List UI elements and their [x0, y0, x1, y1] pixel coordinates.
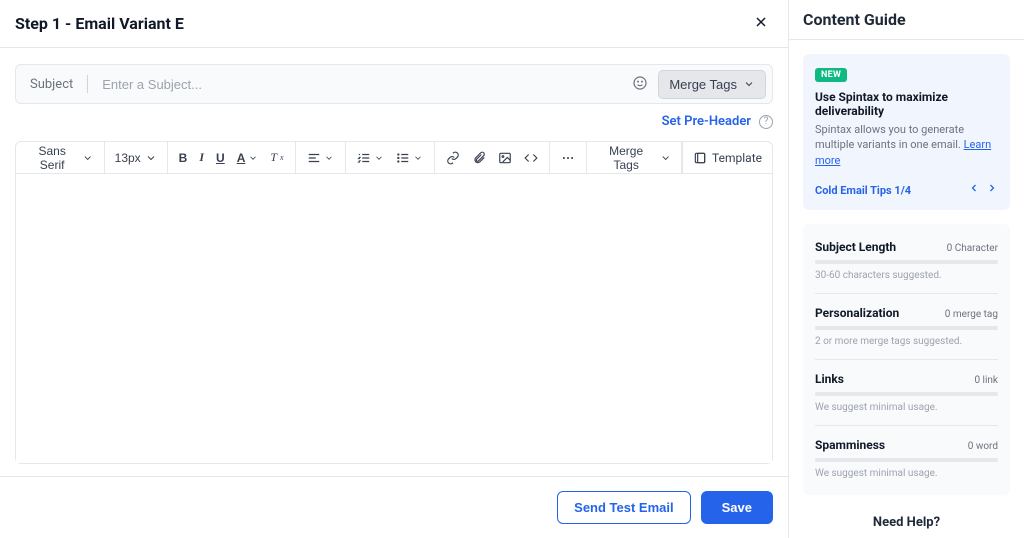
- chevron-down-icon: [248, 153, 258, 163]
- metric-value: 0 Character: [947, 243, 998, 254]
- merge-tags-button[interactable]: Merge Tags: [658, 70, 766, 99]
- unordered-list-button[interactable]: [391, 147, 428, 169]
- page-title: Step 1 - Email Variant E: [15, 14, 184, 33]
- chevron-down-icon: [743, 78, 755, 90]
- metric-bar: [815, 392, 998, 396]
- link-button[interactable]: [441, 147, 465, 169]
- link-icon: [446, 151, 460, 165]
- editor-merge-tags-label: Merge Tags: [597, 144, 656, 172]
- help-box: Need Help? You can initiate a chat to ge…: [803, 509, 1010, 538]
- card-text: Spintax allows you to generate multiple …: [815, 122, 998, 168]
- help-icon[interactable]: ?: [759, 115, 773, 129]
- metric-value: 0 merge tag: [945, 309, 998, 320]
- align-left-icon: [307, 151, 321, 165]
- editor-toolbar: Sans Serif 13px B I U: [16, 142, 772, 174]
- attachment-button[interactable]: [467, 147, 491, 169]
- font-family-select[interactable]: Sans Serif: [22, 140, 98, 176]
- chevron-right-icon: [986, 182, 998, 194]
- template-label: Template: [712, 151, 762, 165]
- font-size-label: 13px: [115, 151, 141, 165]
- more-icon: [561, 151, 575, 165]
- subject-row: Subject Merge Tags: [15, 64, 773, 104]
- chevron-left-icon: [968, 182, 980, 194]
- metric-name: Subject Length: [815, 240, 896, 254]
- metric-name: Personalization: [815, 306, 899, 320]
- bold-button[interactable]: B: [174, 147, 193, 169]
- clear-format-button[interactable]: Tx: [265, 146, 288, 169]
- emoji-icon: [632, 75, 648, 91]
- guide-title: Content Guide: [789, 0, 1024, 40]
- send-test-email-button[interactable]: Send Test Email: [557, 491, 690, 524]
- metric-bar: [815, 458, 998, 462]
- metric-hint: 2 or more merge tags suggested.: [815, 336, 998, 347]
- template-button[interactable]: Template: [682, 142, 772, 173]
- editor-body[interactable]: [16, 174, 772, 463]
- footer: Send Test Email Save: [0, 476, 788, 538]
- card-title: Use Spintax to maximize deliverability: [815, 90, 998, 118]
- metric-bar: [815, 260, 998, 264]
- metric-hint: 30-60 characters suggested.: [815, 270, 998, 281]
- font-size-select[interactable]: 13px: [111, 147, 161, 169]
- chevron-down-icon: [660, 152, 671, 164]
- text-color-icon: A: [237, 151, 246, 165]
- font-family-label: Sans Serif: [26, 144, 78, 172]
- new-badge: NEW: [815, 68, 847, 82]
- prev-tip-button[interactable]: [968, 182, 980, 198]
- metrics-panel: Subject Length 0 Character 30-60 charact…: [803, 224, 1010, 495]
- editor-merge-tags-button[interactable]: Merge Tags: [593, 140, 675, 176]
- chevron-down-icon: [82, 152, 93, 164]
- text-color-button[interactable]: A: [232, 147, 264, 169]
- chevron-down-icon: [413, 153, 423, 163]
- metric-bar: [815, 326, 998, 330]
- metric-links: Links 0 link We suggest minimal usage.: [815, 366, 998, 419]
- metric-subject-length: Subject Length 0 Character 30-60 charact…: [815, 234, 998, 287]
- merge-tags-label: Merge Tags: [669, 77, 737, 92]
- cold-email-tips-link[interactable]: Cold Email Tips 1/4: [815, 184, 911, 197]
- editor-header: Step 1 - Email Variant E: [0, 0, 788, 48]
- next-tip-button[interactable]: [986, 182, 998, 198]
- metric-name: Links: [815, 372, 844, 386]
- unordered-list-icon: [396, 151, 410, 165]
- metric-personalization: Personalization 0 merge tag 2 or more me…: [815, 300, 998, 353]
- metric-spamminess: Spamminess 0 word We suggest minimal usa…: [815, 432, 998, 485]
- metric-name: Spamminess: [815, 438, 885, 452]
- chevron-down-icon: [324, 153, 334, 163]
- italic-button[interactable]: I: [194, 146, 209, 169]
- chevron-down-icon: [374, 153, 384, 163]
- code-button[interactable]: [519, 147, 543, 169]
- subject-label: Subject: [30, 75, 88, 93]
- metric-value: 0 link: [974, 375, 998, 386]
- ordered-list-button[interactable]: [352, 147, 389, 169]
- template-icon: [693, 151, 707, 165]
- spintax-card: NEW Use Spintax to maximize deliverabili…: [803, 54, 1010, 210]
- metric-value: 0 word: [968, 441, 998, 452]
- emoji-button[interactable]: [628, 71, 652, 98]
- align-button[interactable]: [302, 147, 339, 169]
- paperclip-icon: [472, 151, 486, 165]
- close-button[interactable]: [749, 10, 773, 37]
- image-icon: [498, 151, 512, 165]
- save-button[interactable]: Save: [701, 491, 773, 524]
- image-button[interactable]: [493, 147, 517, 169]
- preheader-row: Set Pre-Header ?: [15, 114, 773, 129]
- subject-input[interactable]: [88, 77, 628, 92]
- editor: Sans Serif 13px B I U: [15, 141, 773, 464]
- underline-button[interactable]: U: [211, 147, 230, 169]
- card-text-body: Spintax allows you to generate multiple …: [815, 123, 964, 151]
- ordered-list-icon: [357, 151, 371, 165]
- chevron-down-icon: [145, 152, 157, 164]
- metric-hint: We suggest minimal usage.: [815, 468, 998, 479]
- set-preheader-link[interactable]: Set Pre-Header: [662, 114, 751, 129]
- code-icon: [524, 151, 538, 165]
- help-title: Need Help?: [803, 515, 1010, 530]
- more-button[interactable]: [556, 147, 580, 169]
- close-icon: [753, 14, 769, 30]
- metric-hint: We suggest minimal usage.: [815, 402, 998, 413]
